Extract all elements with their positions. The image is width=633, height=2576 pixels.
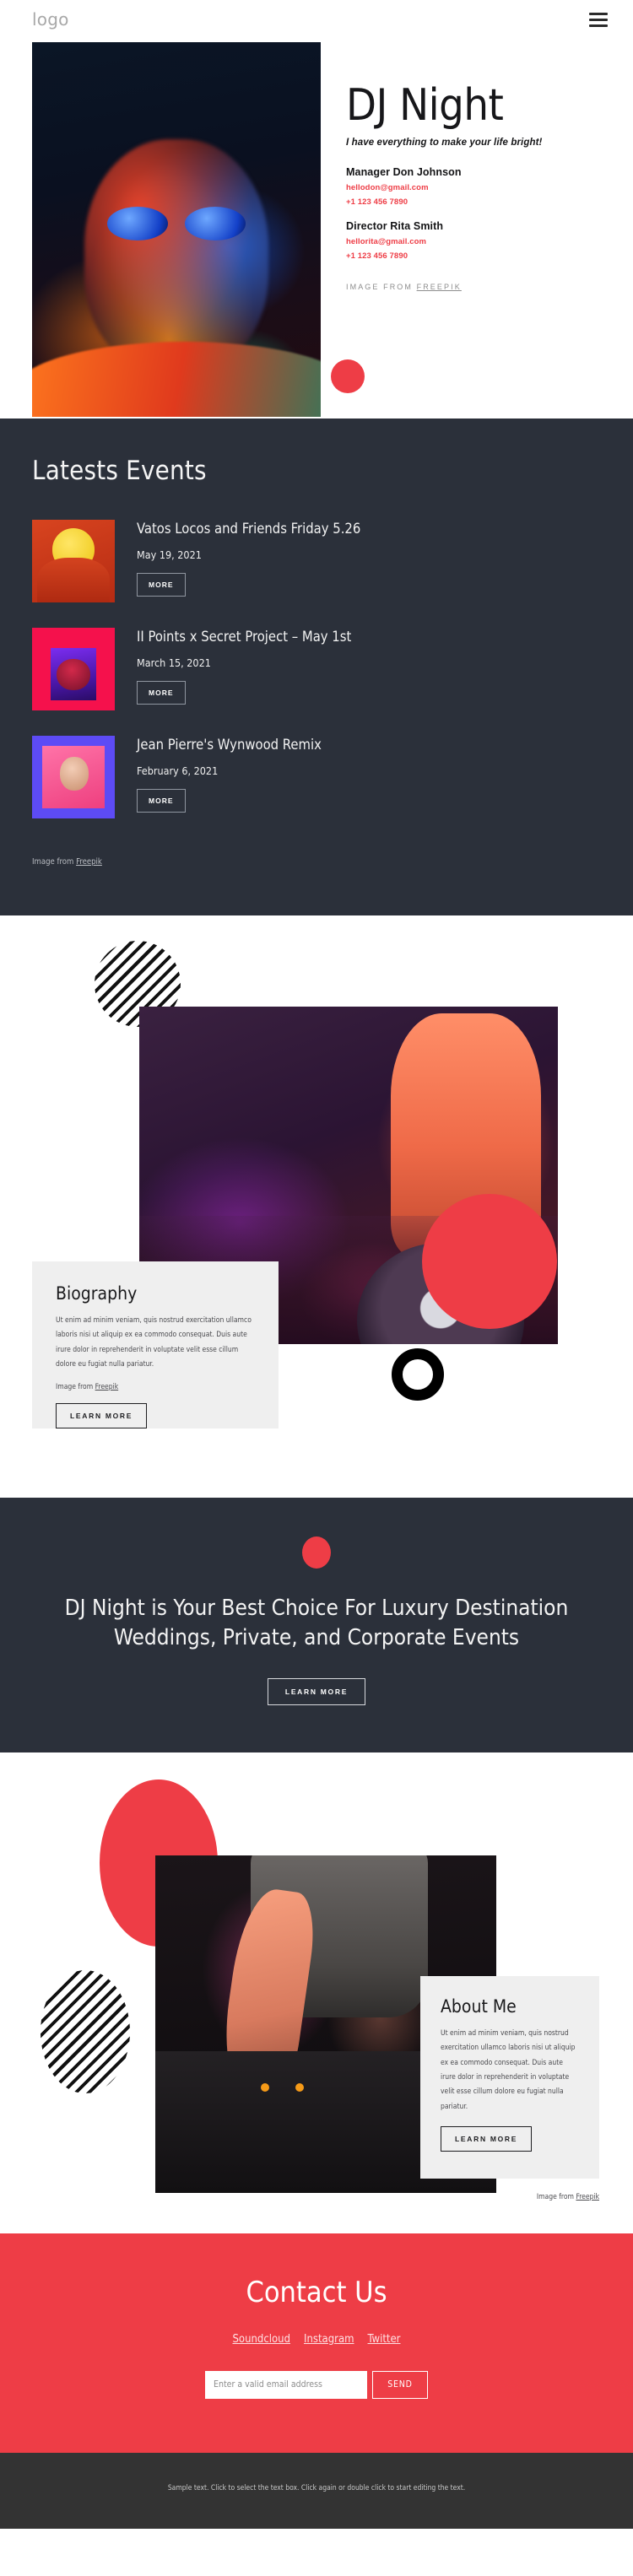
email-input[interactable] xyxy=(205,2370,367,2399)
about-led-light xyxy=(261,2082,270,2092)
biography-image-credit: Image from Freepik xyxy=(56,1383,255,1391)
biography-body-text: Ut enim ad minim veniam, quis nostrud ex… xyxy=(56,1316,252,1369)
biography-heading: Biography xyxy=(56,1283,138,1304)
credit-link[interactable]: Freepik xyxy=(576,2193,599,2201)
contact-name: Manager Don Johnson xyxy=(346,165,462,178)
social-link-twitter[interactable]: Twitter xyxy=(368,2333,401,2346)
hero-tagline: I have everything to make your life brig… xyxy=(346,137,543,148)
credit-link[interactable]: Freepik xyxy=(95,1383,119,1391)
event-item: Jean Pierre's Wynwood Remix February 6, … xyxy=(32,736,601,818)
event-details: II Points x Secret Project – May 1st Mar… xyxy=(137,628,601,710)
social-link-soundcloud[interactable]: Soundcloud xyxy=(233,2333,291,2346)
send-button[interactable]: SEND xyxy=(372,2370,428,2399)
about-section: About Me Ut enim ad minim veniam, quis n… xyxy=(0,1752,633,2233)
social-links: Soundcloud Instagram Twitter xyxy=(34,2333,599,2346)
event-thumbnail[interactable] xyxy=(32,628,115,710)
credit-link[interactable]: FREEPIK xyxy=(417,283,462,291)
credit-prefix: IMAGE FROM xyxy=(346,282,417,291)
contact-phone-link[interactable]: +1 123 456 7890 xyxy=(346,197,599,207)
events-title: Latests Events xyxy=(32,456,207,486)
hamburger-bar xyxy=(589,12,608,15)
events-list: Vatos Locos and Friends Friday 5.26 May … xyxy=(32,520,601,818)
site-footer: Sample text. Click to select the text bo… xyxy=(0,2452,633,2529)
event-title[interactable]: Jean Pierre's Wynwood Remix xyxy=(137,737,601,753)
hero-text-block: DJ Night I have everything to make your … xyxy=(346,83,599,291)
site-header: logo xyxy=(0,0,633,39)
black-ring-decoration xyxy=(392,1348,444,1401)
cta-heading: DJ Night is Your Best Choice For Luxury … xyxy=(64,1596,569,1650)
event-item: Vatos Locos and Friends Friday 5.26 May … xyxy=(32,520,601,602)
hero-title: DJ Night xyxy=(346,80,504,131)
biography-section: Biography Ut enim ad minim veniam, quis … xyxy=(0,915,633,1498)
about-image-credit: Image from Freepik xyxy=(537,2193,599,2201)
footer-sample-text: Sample text. Click to select the text bo… xyxy=(167,2483,466,2492)
contact-phone-link[interactable]: +1 123 456 7890 xyxy=(346,251,599,261)
hero-portrait-image xyxy=(32,42,321,417)
hero-red-circle-decoration xyxy=(331,359,365,393)
about-card: About Me Ut enim ad minim veniam, quis n… xyxy=(420,1975,599,2179)
subscribe-form: SEND xyxy=(34,2370,599,2399)
site-logo[interactable]: logo xyxy=(32,9,69,30)
hero-sunglasses-shape xyxy=(106,207,246,241)
event-title[interactable]: Vatos Locos and Friends Friday 5.26 xyxy=(137,521,601,537)
cta-learn-more-button[interactable]: LEARN MORE xyxy=(267,1677,366,1705)
hero-contact-director: Director Rita Smith hellorita@gmail.com … xyxy=(346,220,599,261)
page-root: logo DJ Night I have everything to make … xyxy=(0,0,633,2529)
contact-email-link[interactable]: hellodon@gmail.com xyxy=(346,183,599,192)
event-thumbnail[interactable] xyxy=(32,520,115,602)
contact-section: Contact Us Soundcloud Instagram Twitter … xyxy=(0,2233,633,2453)
about-learn-more-button[interactable]: LEARN MORE xyxy=(441,2126,533,2152)
event-date: May 19, 2021 xyxy=(137,548,202,561)
hero-section: DJ Night I have everything to make your … xyxy=(0,39,633,419)
events-image-credit: Image from Freepik xyxy=(32,857,601,867)
cta-red-dot-decoration xyxy=(302,1536,331,1569)
about-body-text: Ut enim ad minim veniam, quis nostrud ex… xyxy=(441,2028,576,2111)
hero-contact-manager: Manager Don Johnson hellodon@gmail.com +… xyxy=(346,166,599,207)
social-link-instagram[interactable]: Instagram xyxy=(304,2333,354,2346)
red-circle-decoration xyxy=(422,1194,557,1329)
biography-card: Biography Ut enim ad minim veniam, quis … xyxy=(32,1261,279,1428)
striped-circle-decoration xyxy=(41,1969,130,2093)
credit-link[interactable]: Freepik xyxy=(76,857,102,867)
event-item: II Points x Secret Project – May 1st Mar… xyxy=(32,628,601,710)
credit-prefix: Image from xyxy=(536,2192,576,2201)
contact-name: Director Rita Smith xyxy=(346,219,444,232)
event-date: February 6, 2021 xyxy=(137,764,219,777)
event-date: March 15, 2021 xyxy=(137,656,211,669)
hero-image-credit: IMAGE FROM FREEPIK xyxy=(346,283,599,291)
hamburger-bar xyxy=(589,24,608,27)
about-heading: About Me xyxy=(441,1995,517,2017)
event-more-button[interactable]: MORE xyxy=(137,572,186,597)
contact-heading: Contact Us xyxy=(246,2275,387,2309)
cta-section: DJ Night is Your Best Choice For Luxury … xyxy=(0,1498,633,1752)
event-title[interactable]: II Points x Secret Project – May 1st xyxy=(137,629,601,645)
event-thumbnail[interactable] xyxy=(32,736,115,818)
event-more-button[interactable]: MORE xyxy=(137,788,186,813)
event-details: Jean Pierre's Wynwood Remix February 6, … xyxy=(137,736,601,818)
hamburger-bar xyxy=(589,18,608,21)
credit-prefix: Image from xyxy=(56,1382,95,1391)
events-section: Latests Events Vatos Locos and Friends F… xyxy=(0,419,633,915)
hero-shoulder-shape xyxy=(32,342,321,417)
hamburger-icon[interactable] xyxy=(589,12,608,27)
contact-email-link[interactable]: hellorita@gmail.com xyxy=(346,237,599,246)
credit-prefix: Image from xyxy=(32,857,77,867)
event-details: Vatos Locos and Friends Friday 5.26 May … xyxy=(137,520,601,602)
event-more-button[interactable]: MORE xyxy=(137,680,186,705)
biography-learn-more-button[interactable]: LEARN MORE xyxy=(56,1402,148,1428)
hero-face-shape xyxy=(84,139,269,372)
about-led-light xyxy=(295,2082,304,2092)
